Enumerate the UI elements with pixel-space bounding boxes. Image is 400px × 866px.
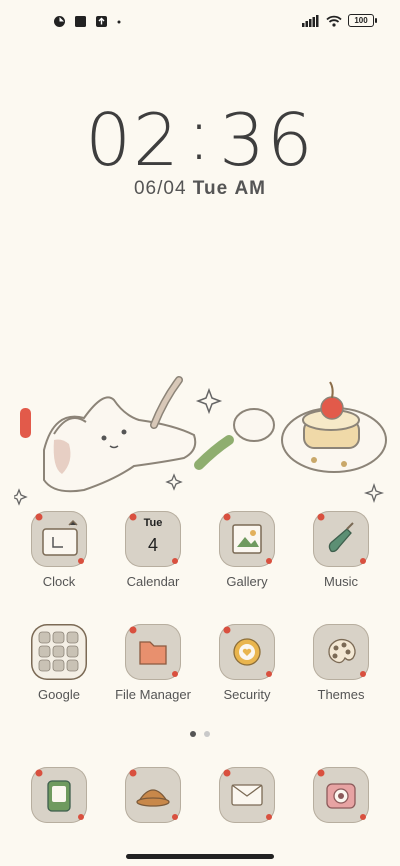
camera-app-icon xyxy=(313,767,369,823)
clock-app-icon xyxy=(31,511,87,567)
page-dot-active[interactable] xyxy=(190,731,196,737)
wallpaper-cat-cake-illustration xyxy=(14,376,387,506)
date-weekday: Tue xyxy=(192,178,229,199)
clock-colon: : xyxy=(186,92,214,176)
app-security[interactable]: Security xyxy=(207,624,287,702)
app-gallery[interactable]: Gallery xyxy=(207,511,287,589)
app-label: Calendar xyxy=(126,574,180,589)
dock-browser[interactable] xyxy=(113,767,193,823)
phone-app-icon xyxy=(31,767,87,823)
page-dot[interactable] xyxy=(204,731,210,737)
wifi-icon xyxy=(326,15,342,27)
music-app-icon xyxy=(313,511,369,567)
app-calendar[interactable]: Tue 4 Calendar xyxy=(113,511,193,589)
app-music[interactable]: Music xyxy=(301,511,381,589)
app-label: Google xyxy=(38,687,80,702)
app-google-folder[interactable]: Google xyxy=(19,624,99,702)
app-label: File Manager xyxy=(115,687,191,702)
app-label: Gallery xyxy=(226,574,268,589)
home-indicator-bar[interactable] xyxy=(126,854,274,859)
google-folder-icon xyxy=(31,624,87,680)
upload-icon xyxy=(96,16,107,27)
square-icon xyxy=(75,16,86,27)
lockscreen-date: 06/04 Tue AM xyxy=(0,178,400,200)
app-label: Security xyxy=(223,687,271,702)
app-themes[interactable]: Themes xyxy=(301,624,381,702)
dot-icon xyxy=(117,20,121,23)
page-indicator[interactable] xyxy=(0,731,400,737)
clock-minute: 36 xyxy=(219,98,315,182)
status-bar: 100 xyxy=(0,0,400,40)
dock-messages[interactable] xyxy=(207,767,287,823)
browser-app-icon xyxy=(125,767,181,823)
app-label: Music xyxy=(324,574,358,589)
app-file-manager[interactable]: File Manager xyxy=(113,624,193,702)
dock-phone[interactable] xyxy=(19,767,99,823)
calendar-weekday: Tue xyxy=(143,517,163,529)
dock-camera[interactable] xyxy=(301,767,381,823)
notification-dot-icon xyxy=(54,16,65,27)
calendar-date: 4 xyxy=(147,535,158,555)
app-label: Clock xyxy=(42,574,76,589)
app-label: Themes xyxy=(317,687,365,702)
app-clock[interactable]: Clock xyxy=(19,511,99,589)
lockscreen-clock: 02:36 xyxy=(0,92,400,182)
file-manager-app-icon xyxy=(125,624,181,680)
themes-app-icon xyxy=(313,624,369,680)
date-ampm: AM xyxy=(234,178,267,199)
messages-app-icon xyxy=(219,767,275,823)
clock-hour: 02 xyxy=(85,98,181,182)
gallery-app-icon xyxy=(219,511,275,567)
calendar-app-icon: Tue 4 xyxy=(125,511,181,567)
battery-icon: 100 xyxy=(348,14,377,27)
signal-icon xyxy=(302,14,319,27)
date-value: 06/04 xyxy=(133,178,187,199)
security-app-icon xyxy=(219,624,275,680)
